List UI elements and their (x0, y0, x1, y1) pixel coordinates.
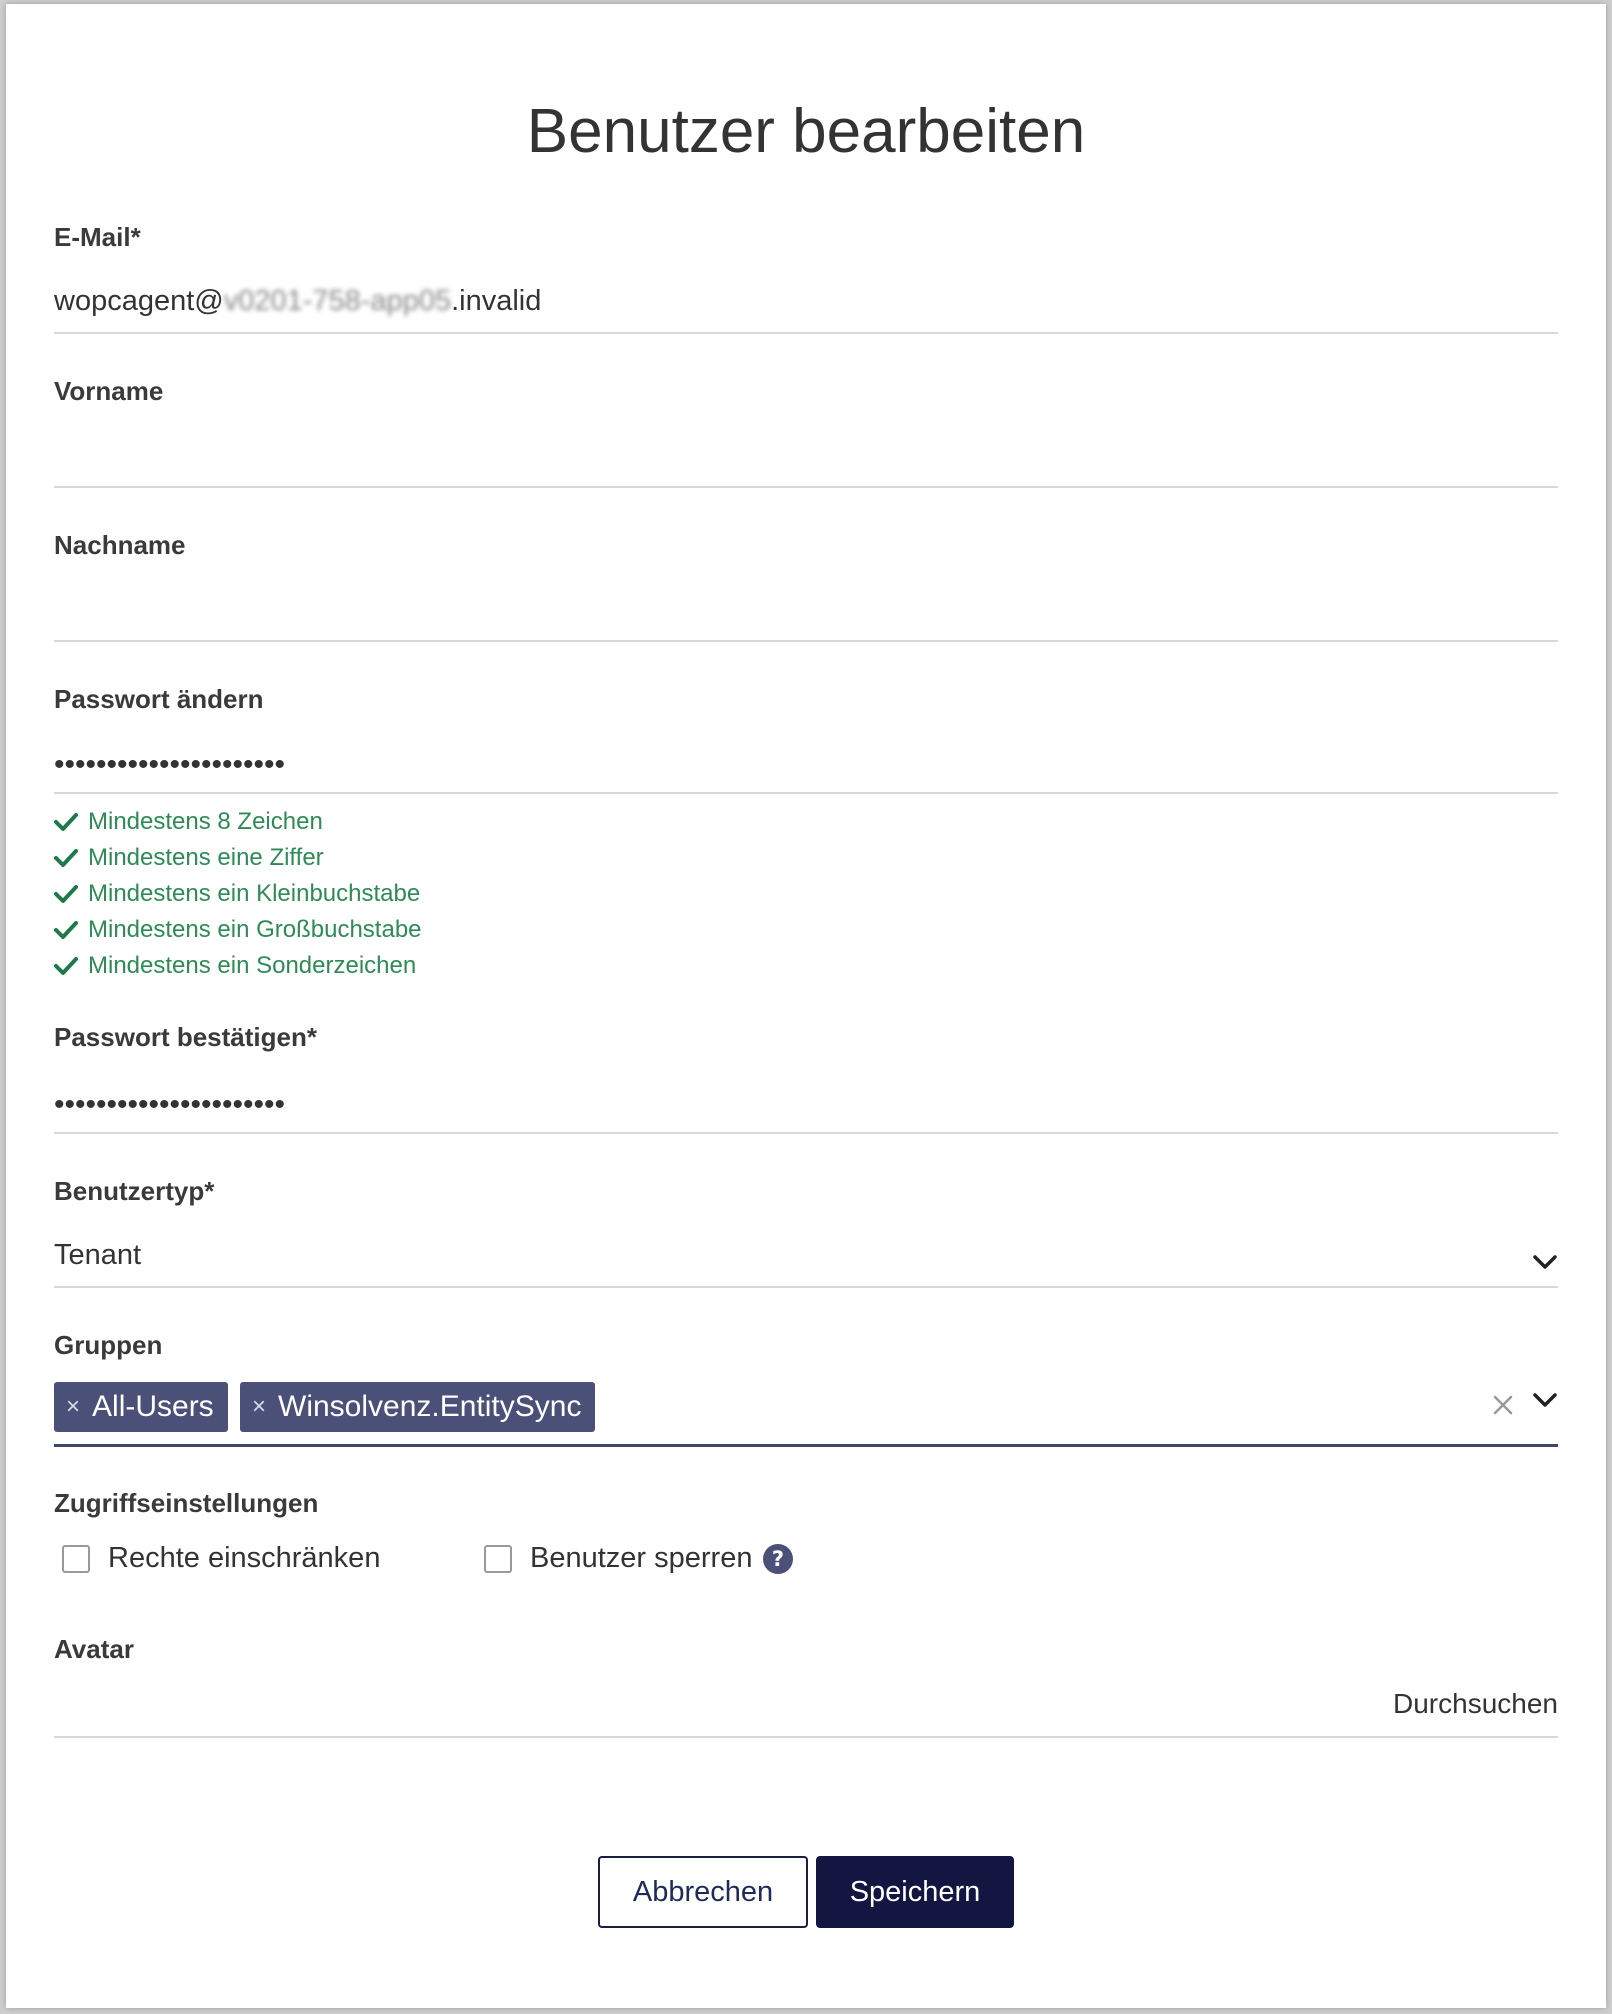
password-rules: Mindestens 8 Zeichen Mindestens eine Zif… (54, 804, 422, 984)
access-settings-label: Zugriffseinstellungen (54, 1488, 319, 1518)
groups-label: Gruppen (54, 1330, 163, 1360)
group-chip: × Winsolvenz.EntitySync (240, 1382, 596, 1432)
password-value: •••••••••••••••••••••• (54, 748, 286, 781)
chip-remove-icon[interactable]: × (252, 1393, 266, 1421)
lock-user-label: Benutzer sperren (530, 1542, 753, 1574)
check-icon (54, 921, 78, 939)
chevron-down-icon[interactable] (1532, 1390, 1558, 1410)
close-icon[interactable] (1492, 1394, 1514, 1416)
lastname-label: Nachname (54, 530, 186, 560)
group-chip-label: All-Users (92, 1390, 214, 1423)
dialog-title: Benutzer bearbeiten (526, 97, 1086, 166)
email-field[interactable]: wopcagent@v0201-758-app05.invalid (54, 282, 1558, 334)
avatar-file-field[interactable]: Durchsuchen (54, 1686, 1558, 1738)
group-chip-label: Winsolvenz.EntitySync (278, 1390, 582, 1423)
user-type-value: Tenant (54, 1239, 142, 1271)
email-value-suffix: .invalid (451, 285, 542, 317)
password-rule: Mindestens ein Sonderzeichen (54, 948, 422, 984)
email-value-blurred: v0201-758-app05 (223, 285, 452, 317)
user-type-select[interactable]: Tenant (54, 1236, 1558, 1288)
check-icon (54, 849, 78, 867)
password-label: Passwort ändern (54, 684, 264, 714)
email-value: wopcagent@v0201-758-app05.invalid (54, 285, 541, 318)
chip-remove-icon[interactable]: × (66, 1393, 80, 1421)
avatar-label: Avatar (54, 1634, 134, 1664)
password-rule-text: Mindestens eine Ziffer (88, 844, 324, 871)
lock-user-checkbox[interactable] (484, 1544, 512, 1573)
check-icon (54, 957, 78, 975)
password-rule: Mindestens ein Kleinbuchstabe (54, 876, 422, 912)
password-rule: Mindestens ein Großbuchstabe (54, 912, 422, 948)
edit-user-dialog: Benutzer bearbeiten E-Mail* wopcagent@v0… (6, 4, 1606, 2008)
group-chip: × All-Users (54, 1382, 228, 1432)
user-type-label: Benutzertyp* (54, 1176, 215, 1206)
restrict-rights-checkbox[interactable] (62, 1544, 90, 1573)
lock-user-checkbox-row[interactable]: Benutzer sperren ? (484, 1542, 794, 1575)
restrict-rights-checkbox-row[interactable]: Rechte einschränken (62, 1542, 380, 1575)
restrict-rights-label: Rechte einschränken (108, 1542, 381, 1574)
firstname-field[interactable] (54, 436, 1558, 488)
email-label: E-Mail* (54, 222, 141, 252)
password-field[interactable]: •••••••••••••••••••••• (54, 742, 1558, 794)
check-icon (54, 813, 78, 831)
password-rule: Mindestens 8 Zeichen (54, 804, 422, 840)
check-icon (54, 885, 78, 903)
password-rule-text: Mindestens ein Großbuchstabe (88, 916, 422, 943)
password-rule-text: Mindestens 8 Zeichen (88, 808, 323, 835)
chevron-down-icon[interactable] (1532, 1252, 1558, 1272)
browse-button[interactable]: Durchsuchen (1393, 1688, 1558, 1720)
groups-multiselect[interactable]: × All-Users × Winsolvenz.EntitySync (54, 1376, 1558, 1447)
lastname-field[interactable] (54, 590, 1558, 642)
help-circle-icon[interactable]: ? (762, 1543, 794, 1575)
password-confirm-field[interactable]: •••••••••••••••••••••• (54, 1082, 1558, 1134)
password-rule-text: Mindestens ein Kleinbuchstabe (88, 880, 421, 907)
password-confirm-value: •••••••••••••••••••••• (54, 1088, 286, 1121)
svg-text:?: ? (772, 1547, 784, 1571)
firstname-label: Vorname (54, 376, 164, 406)
password-confirm-label: Passwort bestätigen* (54, 1022, 317, 1052)
save-button[interactable]: Speichern (816, 1856, 1014, 1928)
email-value-prefix: wopcagent@ (54, 285, 224, 317)
password-rule-text: Mindestens ein Sonderzeichen (88, 952, 417, 979)
password-rule: Mindestens eine Ziffer (54, 840, 422, 876)
cancel-button[interactable]: Abbrechen (598, 1856, 808, 1928)
